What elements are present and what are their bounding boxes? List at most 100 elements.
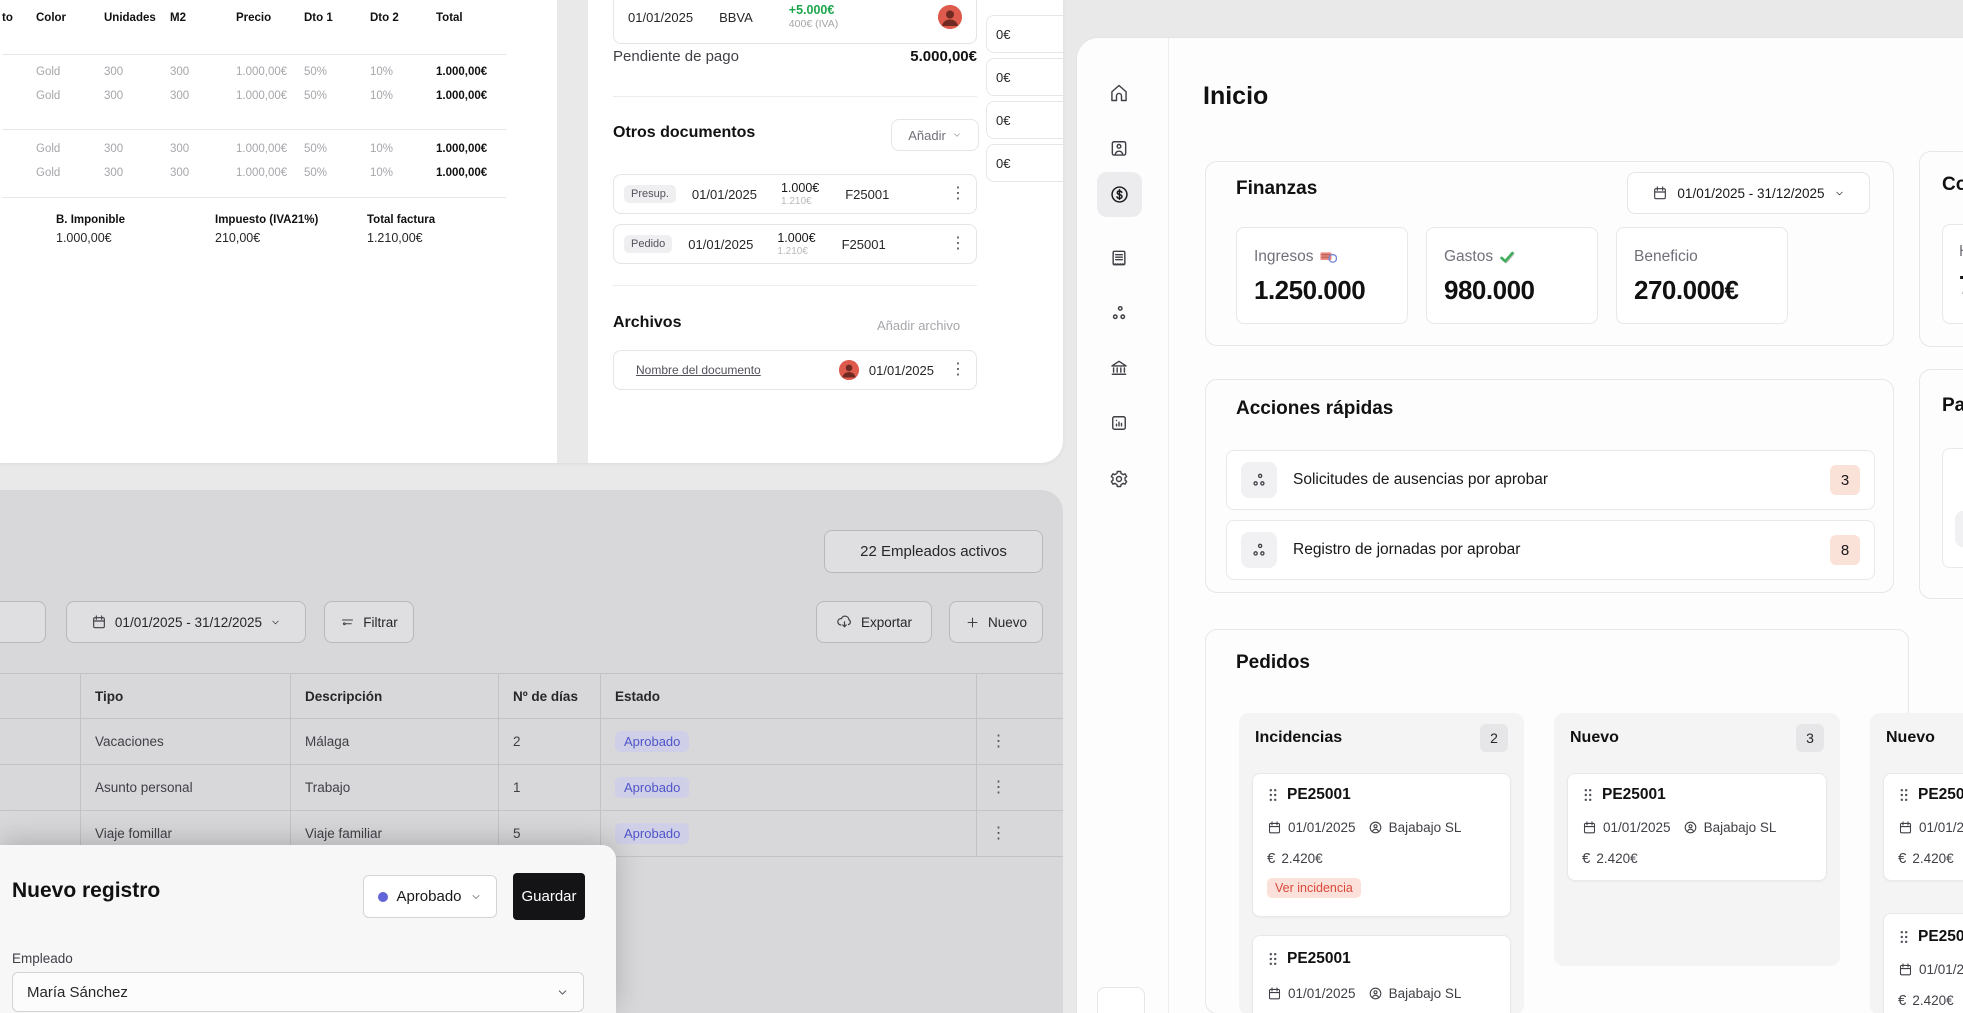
save-button[interactable]: Guardar [513,873,585,920]
clipped-row [1942,448,1963,568]
add-document-button[interactable]: Añadir [891,119,979,151]
doc-type-badge: Presup. [624,185,676,203]
drag-handle-icon[interactable] [1267,952,1279,966]
kebab-menu-icon[interactable]: ⋮ [950,362,966,378]
finanzas-card: Finanzas 01/01/2025 - 31/12/2025 Ingreso… [1205,161,1894,346]
banknote-icon [1320,251,1337,264]
kebab-menu-icon[interactable]: ⋮ [991,826,1007,842]
export-button[interactable]: Exportar [816,601,932,643]
page-title: Inicio [1203,82,1268,111]
order-card[interactable]: PE25001 01/01/2025 Bajabajo SL [1252,935,1511,1013]
kanban-column-incidencias: Incidencias 2 PE25001 01/01/2025 Bajabaj… [1239,713,1524,1013]
document-row[interactable]: Pedido 01/01/2025 1.000€ 1.210€ F25001 ⋮ [613,224,977,264]
sidebar-item-invoices[interactable] [1099,238,1139,278]
status-select[interactable]: Aprobado [363,875,497,918]
order-card[interactable]: PE25001 01/01/2025 € 2.420€ [1883,773,1963,881]
sidebar-item-employees[interactable] [1099,128,1139,168]
clipped-metric: H 7 [1942,224,1963,324]
table-row[interactable]: Asunto personal Trabajo 1 Aprobado ⋮ [0,765,1063,811]
status-badge[interactable]: Aprobado [615,731,689,752]
divider [613,285,977,286]
bank-movement-row[interactable]: 01/01/2025 BBVA +5.000€ 400€ (IVA) [613,0,977,44]
org-nodes-icon [1109,303,1129,323]
movement-date: 01/01/2025 [628,10,693,25]
clipped-amount-row: 0€ [986,144,1063,182]
clipped-amount-row: 0€ [986,58,1063,96]
column-count-badge: 2 [1480,724,1508,752]
drag-handle-icon[interactable] [1582,788,1594,802]
product-row: Gold 300 300 1.000,00€ 50% 10% 1.000,00€ [2,143,506,155]
column-count-badge: 3 [1796,724,1824,752]
kebab-menu-icon[interactable]: ⋮ [991,734,1007,750]
kebab-menu-icon[interactable]: ⋮ [950,236,966,252]
order-card[interactable]: PE25001 01/01/2025 Bajabajo SL € 2.420€ … [1252,773,1511,917]
clipped-amount-row: 0€ [986,15,1063,53]
euro-icon: € [1582,850,1590,867]
count-badge: 3 [1830,465,1860,495]
chevron-down-icon [556,986,569,999]
calendar-icon [1267,820,1282,835]
invoice-total-grand: Total factura 1.210,00€ [367,214,435,245]
employee-field-label: Empleado [12,951,73,966]
quick-action-absences[interactable]: Solicitudes de ausencias por aprobar 3 [1226,450,1875,510]
kebab-menu-icon[interactable]: ⋮ [950,186,966,202]
invoice-total-tax: Impuesto (IVA21%) 210,00€ [215,214,318,245]
metric-beneficio: Beneficio 270.000€ [1616,227,1788,324]
sidebar-item-organization[interactable] [1099,293,1139,333]
kebab-menu-icon[interactable]: ⋮ [991,780,1007,796]
euro-icon: € [1898,992,1906,1009]
chart-board-icon [1109,413,1129,433]
quick-actions-title: Acciones rápidas [1236,398,1393,420]
add-file-link[interactable]: Añadir archivo [877,318,960,333]
date-range-filter[interactable]: 01/01/2025 - 31/12/2025 [66,601,306,643]
metric-gastos: Gastos 980.000 [1426,227,1598,324]
sidebar-item-reports[interactable] [1099,403,1139,443]
org-nodes-icon [1241,532,1277,568]
id-badge-icon [1109,138,1129,158]
new-record-button[interactable]: Nuevo [949,601,1043,643]
divider [613,96,977,97]
finanzas-title: Finanzas [1236,178,1317,200]
pending-label: Pendiente de pago [613,48,739,65]
movement-amounts: +5.000€ 400€ (IVA) [789,3,838,32]
finanzas-date-range[interactable]: 01/01/2025 - 31/12/2025 [1627,172,1870,214]
table-header-row: Tipo Descripción Nº de días Estado [0,673,1063,719]
gear-icon [1109,469,1129,489]
doc-type-badge: Pedido [624,235,672,253]
incident-tag[interactable]: Ver incidencia [1267,878,1361,898]
calendar-icon [1582,820,1597,835]
pending-payment-row: Pendiente de pago 5.000,00€ [613,48,977,65]
filter-button[interactable]: Filtrar [324,601,414,643]
invoice-total-base: B. Imponible 1.000,00€ [56,214,125,245]
status-badge[interactable]: Aprobado [615,823,689,844]
drag-handle-icon[interactable] [1898,930,1910,944]
drag-handle-icon[interactable] [1267,788,1279,802]
employee-select[interactable]: María Sánchez [12,972,584,1012]
document-row[interactable]: Presup. 01/01/2025 1.000€ 1.210€ F25001 … [613,174,977,214]
clipped-card-pagos: Pa [1919,369,1963,599]
sidebar-item-bank[interactable] [1099,348,1139,388]
dashboard-sheet: Inicio Finanzas 01/01/2025 - 31/12/2025 … [1076,37,1963,1013]
order-card[interactable]: PE25001 01/01/2025 Bajabajo SL € 2.420€ [1567,773,1827,881]
pedidos-title: Pedidos [1236,652,1310,674]
table-row[interactable]: Vacaciones Málaga 2 Aprobado ⋮ [0,719,1063,765]
file-row[interactable]: Nombre del documento 01/01/2025 ⋮ [613,350,977,390]
active-employees-chip[interactable]: 22 Empleados activos [824,530,1043,573]
file-name-link[interactable]: Nombre del documento [636,363,761,377]
invoice-sheet: to Color Unidades M2 Precio Dto 1 Dto 2 … [0,0,1063,463]
avatar [839,360,859,380]
sidebar-item-finance[interactable] [1097,172,1142,217]
drag-handle-icon[interactable] [1898,788,1910,802]
sidebar-divider [1168,38,1169,1013]
sidebar-item-settings[interactable] [1099,459,1139,499]
chevron-down-icon [1834,188,1845,199]
product-row: Gold 300 300 1.000,00€ 50% 10% 1.000,00€ [2,167,506,179]
quick-action-workdays[interactable]: Registro de jornadas por aprobar 8 [1226,520,1875,580]
clipped-toolbar-button[interactable] [0,601,46,643]
order-card[interactable]: PE25001 01/01/2025 € 2.420€ [1883,913,1963,1013]
status-badge[interactable]: Aprobado [615,777,689,798]
app-root: to Color Unidades M2 Precio Dto 1 Dto 2 … [0,0,1963,1013]
sidebar-item-home[interactable] [1099,73,1139,113]
count-badge: 8 [1830,535,1860,565]
quick-actions-card: Acciones rápidas Solicitudes de ausencia… [1205,379,1894,593]
